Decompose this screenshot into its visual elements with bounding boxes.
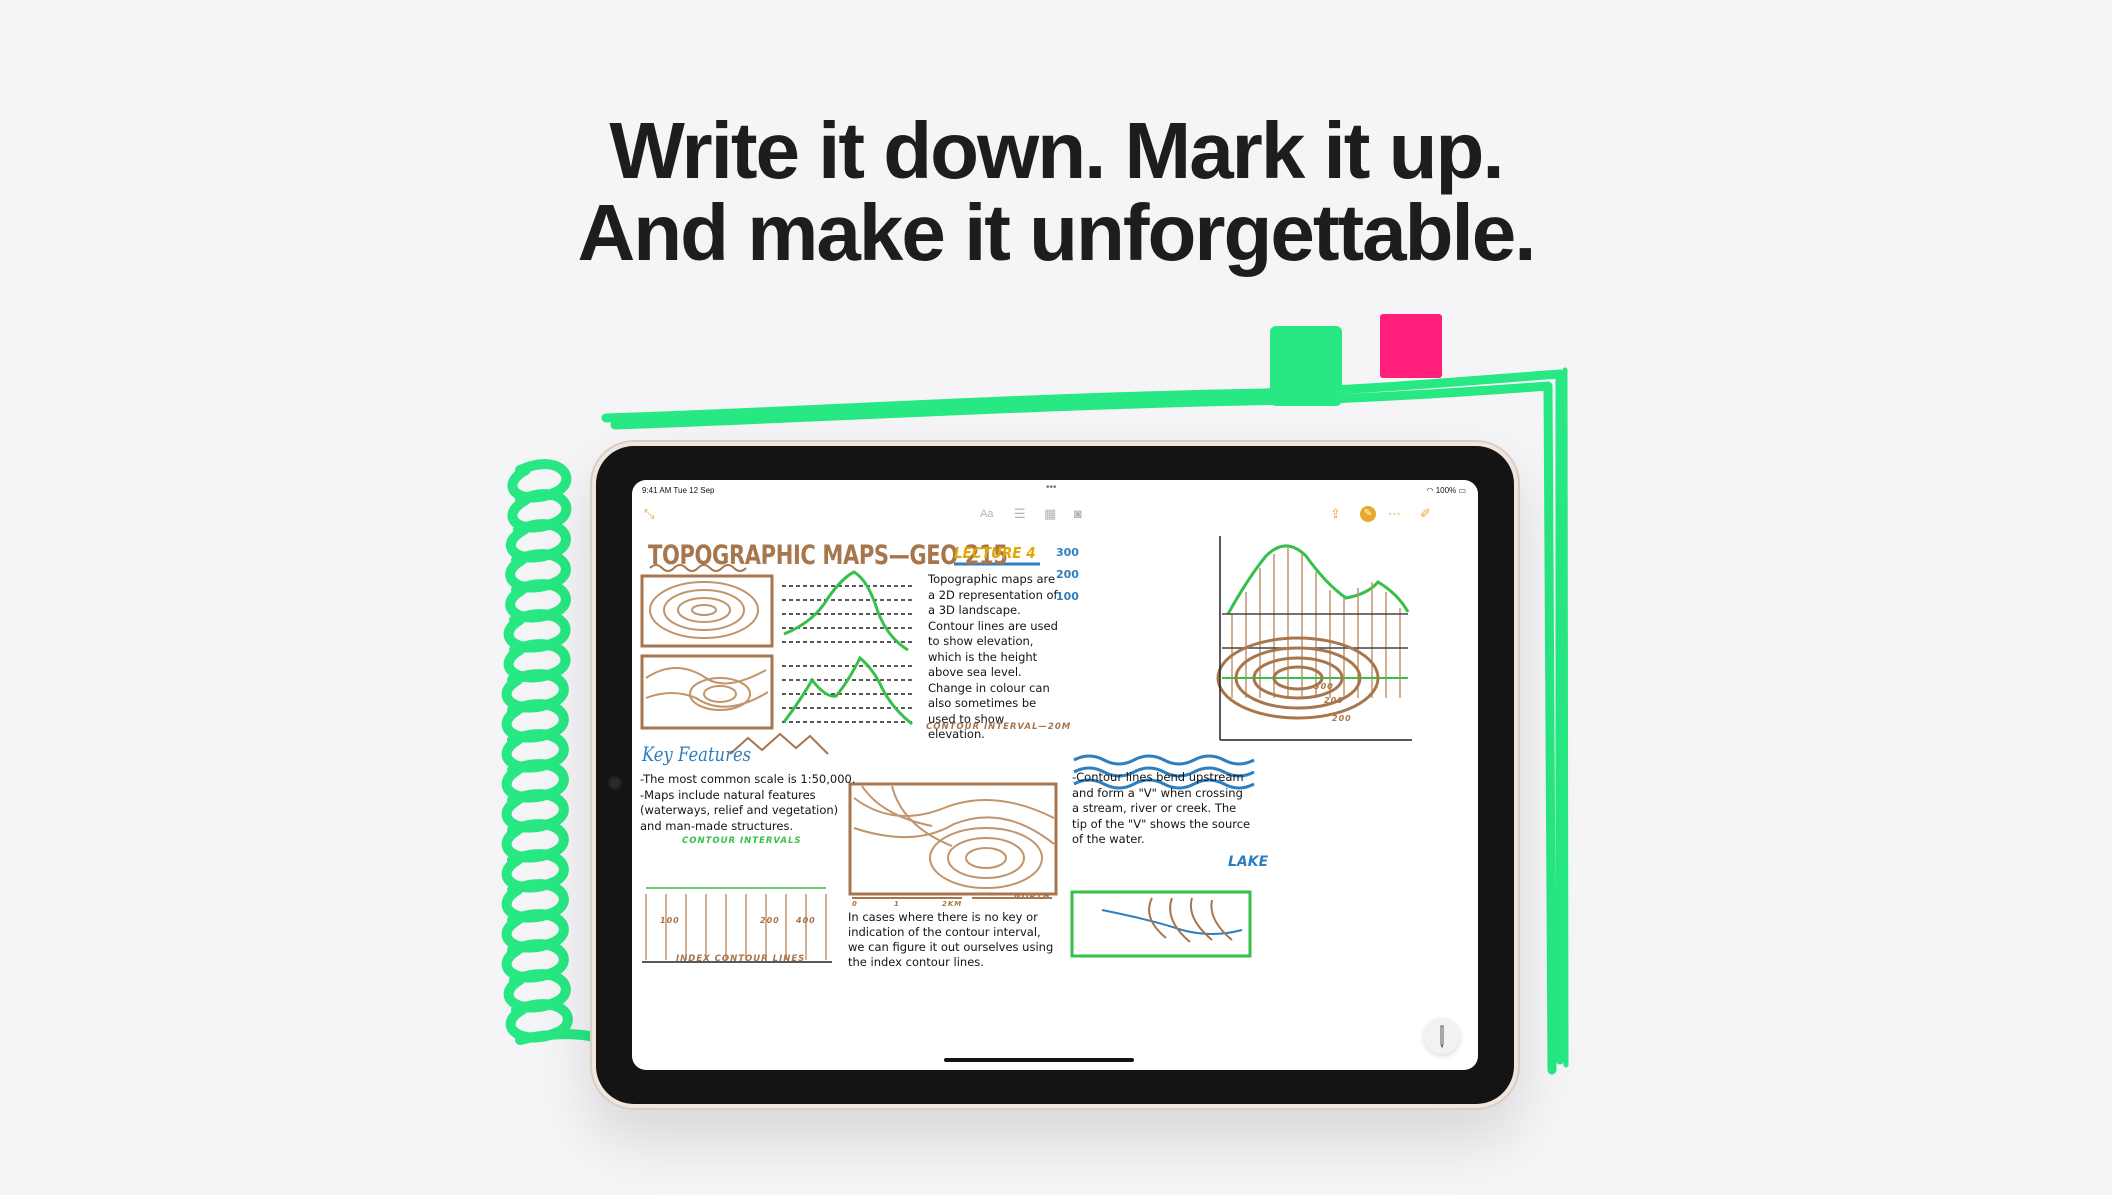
stream-text: -Contour lines bend upstream and form a … [1072,770,1250,848]
markup-pen-icon[interactable]: ✎ [1360,506,1376,522]
notes-toolbar: ⤡ Aa ☰ ▦ ◙ ⇪ ✎ ⋯ ✐ [632,502,1478,528]
contour-interval-caption: CONTOUR INTERVAL—20M [926,722,1072,732]
ring-label-200b: 200 [1332,714,1352,723]
ipad-screen: 9:41 AM Tue 12 Sep ••• ◠ 100% ▭ ⤡ Aa ☰ ▦… [632,480,1478,1070]
stream-line: a stream, river or creek. The [1072,801,1237,815]
camera-icon[interactable]: ◙ [1074,506,1082,521]
contour-intervals-caption: CONTOUR INTERVALS [682,836,802,846]
format-button[interactable]: Aa [980,508,993,520]
home-indicator[interactable] [944,1058,1134,1062]
status-bar: 9:41 AM Tue 12 Sep ••• ◠ 100% ▭ [632,480,1478,500]
intro-text: Topographic maps are a 2D representation… [928,572,1058,741]
scale-mark-0: 0 [852,900,858,908]
battery-icon: ▭ [1458,486,1466,495]
mountain-profile [1222,544,1410,698]
no-key-line: the index contour lines. [848,955,984,969]
key-feature-line: -The most common scale is 1:50,000. [640,772,856,786]
index-value-400: 400 [796,916,816,925]
ipad-device: 9:41 AM Tue 12 Sep ••• ◠ 100% ▭ ⤡ Aa ☰ ▦… [590,440,1520,1110]
collapse-arrows-icon[interactable]: ⤡ [644,506,654,522]
no-key-line: we can figure it out ourselves using [848,940,1054,954]
contour-map-3 [848,782,1058,896]
checklist-icon[interactable]: ☰ [1014,506,1026,522]
profile-dashed-lines [782,585,914,723]
battery-status: ◠ 100% ▭ [1427,486,1466,495]
compose-icon[interactable]: ✐ [1420,506,1431,522]
wifi-icon: ◠ [1426,486,1434,495]
key-feature-line: (waterways, relief and vegetation) [640,803,839,817]
green-sticky-tab [1270,326,1342,406]
no-key-text: In cases where there is no key or indica… [848,910,1053,970]
ellipsis-icon[interactable]: ⋯ [1388,506,1401,522]
scale-mark-1: 1 [894,900,900,908]
contour-map-2 [640,654,774,730]
pencil-tool-button[interactable] [1424,1018,1460,1054]
contour-map-1 [640,574,774,648]
front-camera [610,778,620,788]
key-features-heading: Key Features [642,742,752,766]
scale-mark-2km: 2KM [942,900,963,908]
ipad-bezel: 9:41 AM Tue 12 Sep ••• ◠ 100% ▭ ⤡ Aa ☰ ▦… [596,446,1514,1104]
status-time: 9:41 AM Tue 12 Sep [642,486,715,495]
elevation-label-300: 300 [1056,546,1079,559]
table-icon[interactable]: ▦ [1044,506,1056,522]
profile-curve-2 [782,655,913,726]
key-feature-line: -Maps include natural features [640,787,816,802]
stream-line: tip of the "V" shows the source [1072,816,1251,831]
stream-line: of the water. [1072,832,1145,846]
key-features-list: -The most common scale is 1:50,000. -Map… [640,772,856,834]
no-key-line: indication of the contour interval, [848,925,1041,939]
lake-map [1070,890,1252,958]
index-value-200: 200 [760,916,780,925]
ring-label-200: 200 [1324,696,1344,705]
stream-line: and form a "V" when crossing [1072,785,1243,800]
north-label: NORTH [1014,892,1051,901]
no-key-line: In cases where there is no key or [848,910,1038,924]
pink-sticky-tab [1380,314,1442,378]
pencil-icon [1440,1025,1444,1049]
lake-label: LAKE [1228,854,1269,870]
battery-percent: 100% [1435,486,1457,495]
index-value-100: 100 [660,916,680,925]
key-feature-line: and man-made structures. [640,818,794,833]
stream-line: -Contour lines bend upstream [1072,770,1244,784]
lecture-label: LECTURE 4 [954,544,1036,562]
multitasking-dots-icon[interactable]: ••• [1046,482,1057,493]
ring-label-300: 300 [1314,682,1334,691]
share-icon[interactable]: ⇪ [1330,506,1341,522]
index-contour-diagram [645,894,827,960]
profile-curve-1 [783,570,909,652]
index-contour-caption: INDEX CONTOUR LINES [676,954,806,964]
